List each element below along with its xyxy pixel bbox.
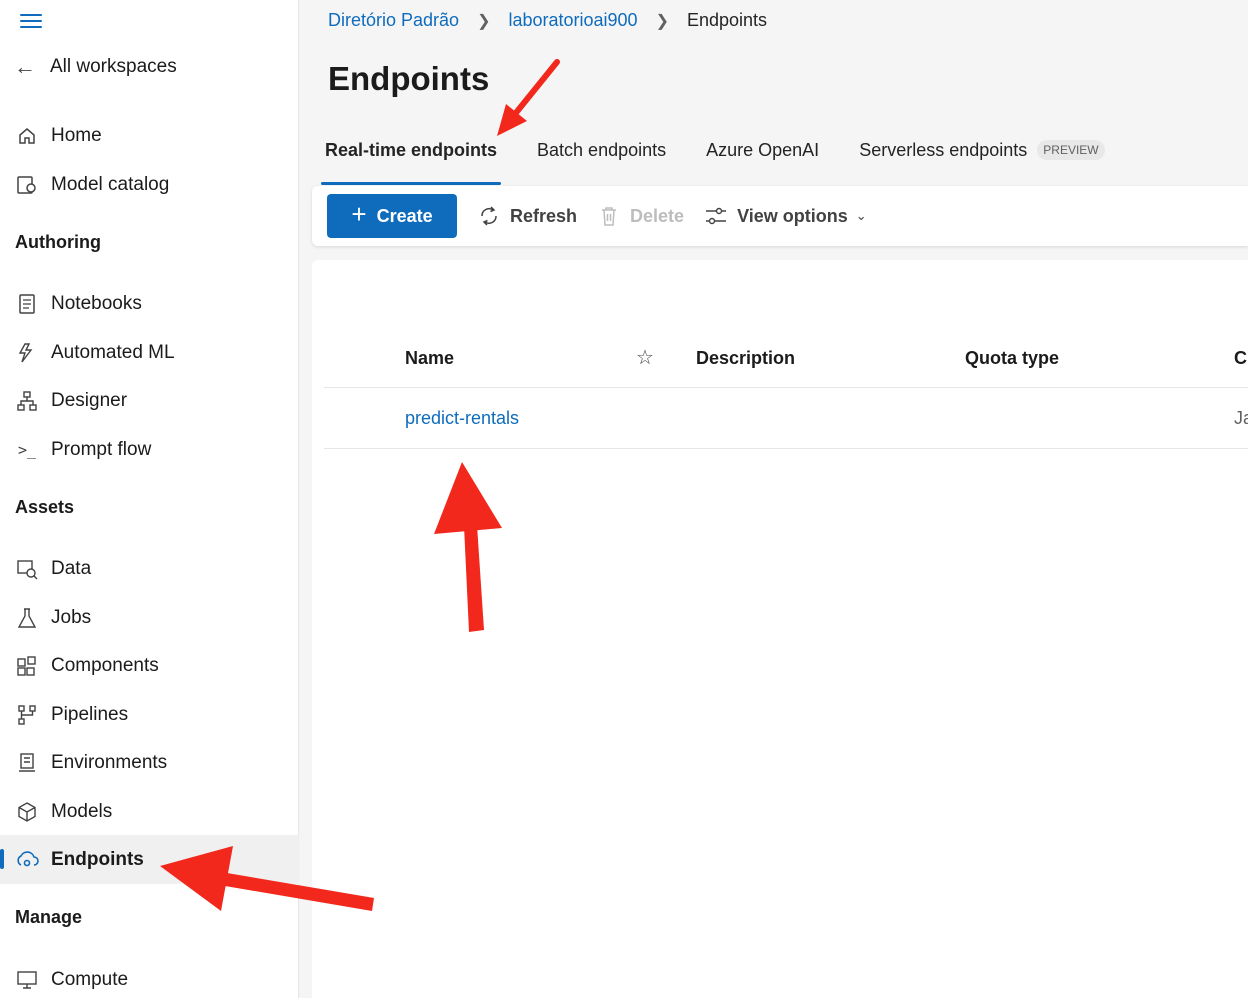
sidebar-item-components[interactable]: Components bbox=[14, 651, 159, 681]
sidebar-item-models[interactable]: Models bbox=[14, 797, 112, 827]
column-header-name[interactable]: Name bbox=[405, 348, 454, 369]
view-options-button[interactable]: View options ⌄ bbox=[704, 206, 867, 227]
plus-icon: + bbox=[351, 199, 367, 229]
table-header: Name ☆ Description Quota type C bbox=[324, 330, 1248, 388]
notebook-icon bbox=[14, 291, 40, 317]
chevron-down-icon: ⌄ bbox=[855, 208, 867, 223]
trash-icon bbox=[597, 205, 621, 227]
flask-icon bbox=[14, 605, 40, 631]
sidebar-item-compute[interactable]: Compute bbox=[14, 965, 128, 995]
sidebar-item-home[interactable]: Home bbox=[14, 121, 102, 151]
prompt-flow-icon: >_ bbox=[17, 441, 37, 459]
home-icon bbox=[14, 123, 40, 149]
environment-icon bbox=[14, 750, 40, 776]
create-button[interactable]: + Create bbox=[327, 194, 457, 238]
column-header-created[interactable]: C bbox=[1234, 348, 1247, 369]
breadcrumb: Diretório Padrão ❯ laboratorioai900 ❯ En… bbox=[328, 10, 767, 31]
pipeline-icon bbox=[14, 702, 40, 728]
data-icon bbox=[14, 556, 40, 582]
tab-real-time-endpoints[interactable]: Real-time endpoints bbox=[320, 140, 502, 186]
cube-icon bbox=[14, 799, 40, 825]
endpoints-list-panel: Name ☆ Description Quota type C predict-… bbox=[312, 260, 1248, 998]
sidebar-item-prompt-flow[interactable]: >_ Prompt flow bbox=[14, 435, 151, 465]
endpoint-icon bbox=[14, 847, 40, 873]
breadcrumb-workspace[interactable]: laboratorioai900 bbox=[508, 10, 637, 31]
active-indicator bbox=[0, 849, 4, 869]
endpoints-table: Name ☆ Description Quota type C predict-… bbox=[324, 330, 1248, 449]
column-header-quota-type[interactable]: Quota type bbox=[965, 348, 1059, 369]
chevron-right-icon: ❯ bbox=[655, 12, 669, 30]
endpoint-created: Ja bbox=[1234, 408, 1248, 428]
tab-batch-endpoints[interactable]: Batch endpoints bbox=[537, 140, 666, 186]
main-area: Diretório Padrão ❯ laboratorioai900 ❯ En… bbox=[300, 0, 1248, 998]
tab-azure-openai[interactable]: Azure OpenAI bbox=[706, 140, 819, 186]
sidebar-item-automated-ml[interactable]: Automated ML bbox=[14, 338, 175, 368]
section-authoring: Authoring bbox=[15, 232, 101, 252]
components-icon bbox=[14, 653, 40, 679]
sliders-icon bbox=[704, 206, 728, 226]
star-icon[interactable]: ☆ bbox=[636, 345, 654, 370]
sidebar-item-environments[interactable]: Environments bbox=[14, 748, 167, 778]
arrow-left-icon: ← bbox=[14, 54, 36, 79]
compute-icon bbox=[14, 967, 40, 993]
endpoint-tabs: Real-time endpoints Batch endpoints Azur… bbox=[320, 140, 1145, 186]
sidebar-item-endpoints[interactable]: Endpoints bbox=[0, 835, 299, 884]
hamburger-menu-icon[interactable] bbox=[20, 14, 42, 30]
designer-icon bbox=[14, 388, 40, 414]
sidebar-item-jobs[interactable]: Jobs bbox=[14, 603, 91, 633]
chevron-right-icon: ❯ bbox=[477, 12, 491, 30]
section-manage: Manage bbox=[15, 907, 83, 927]
endpoint-name-link[interactable]: predict-rentals bbox=[405, 408, 519, 429]
breadcrumb-current: Endpoints bbox=[686, 10, 768, 30]
refresh-button[interactable]: Refresh bbox=[477, 205, 577, 227]
refresh-icon bbox=[477, 205, 501, 227]
command-bar: + Create Refresh Delete View options ⌄ bbox=[312, 186, 1248, 246]
sidebar-item-data[interactable]: Data bbox=[14, 554, 91, 584]
page-title: Endpoints bbox=[328, 60, 490, 97]
column-header-description[interactable]: Description bbox=[696, 348, 795, 369]
table-row[interactable]: predict-rentals Ja bbox=[324, 388, 1248, 449]
breadcrumb-directory[interactable]: Diretório Padrão bbox=[328, 10, 459, 31]
preview-badge: PREVIEW bbox=[1037, 140, 1105, 160]
delete-button[interactable]: Delete bbox=[597, 205, 684, 227]
sidebar-item-designer[interactable]: Designer bbox=[14, 386, 127, 416]
sidebar-item-pipelines[interactable]: Pipelines bbox=[14, 700, 128, 730]
sidebar-item-notebooks[interactable]: Notebooks bbox=[14, 289, 142, 319]
all-workspaces-link[interactable]: ← All workspaces bbox=[14, 54, 177, 80]
section-assets: Assets bbox=[15, 497, 75, 517]
catalog-icon bbox=[14, 172, 40, 198]
tab-serverless-endpoints[interactable]: Serverless endpoints PREVIEW bbox=[859, 140, 1105, 186]
sidebar-item-model-catalog[interactable]: Model catalog bbox=[14, 170, 169, 200]
left-navigation: ← All workspaces Home Model catalog Auth… bbox=[0, 0, 299, 998]
automl-icon bbox=[14, 340, 40, 366]
